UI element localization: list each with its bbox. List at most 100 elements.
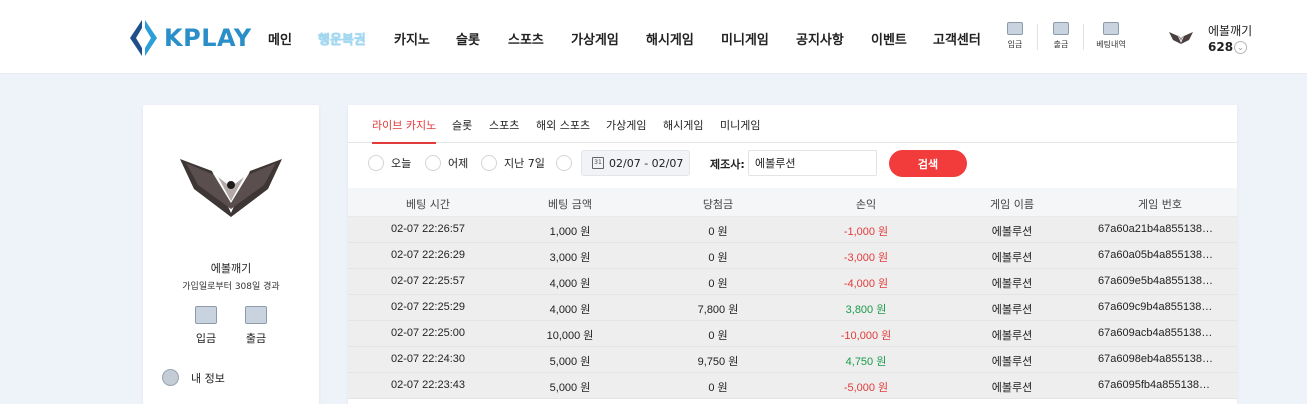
cell-winnings: 0 원 <box>708 330 728 342</box>
cell-game-id: 67a60a05b4a855138… <box>1098 249 1214 261</box>
date-range-picker[interactable]: 31 02/07 - 02/07 <box>581 150 690 176</box>
sidebar-deposit-button[interactable]: 입금 <box>186 306 226 346</box>
withdraw-icon <box>1053 22 1069 35</box>
logo-mark-icon <box>130 20 157 56</box>
cell-profit-loss: -3,000 원 <box>843 252 889 264</box>
cell-bet-amount: 3,000 원 <box>549 252 591 264</box>
table-row[interactable]: 02-07 22:23:43 5,000 원 0 원 -5,000 원 에볼루션 67a6… <box>348 373 1237 399</box>
radio-circle[interactable] <box>556 155 572 171</box>
header-withdraw-button[interactable]: 출금 <box>1041 22 1081 50</box>
tab-live-casino[interactable]: 라이브 카지노 <box>372 117 437 144</box>
cell-game-id: 67a6098eb4a855138… <box>1098 353 1214 365</box>
table-row[interactable]: 02-07 22:25:57 4,000 원 0 원 -4,000 원 에볼루션 67a6… <box>348 269 1237 295</box>
filter-last7-label: 지난 7일 <box>504 157 545 170</box>
cell-bet-time: 02-07 22:26:29 <box>390 249 465 261</box>
radio-circle[interactable] <box>425 155 441 171</box>
tab-slot[interactable]: 슬롯 <box>452 117 472 142</box>
tab-hash[interactable]: 해시게임 <box>663 117 703 142</box>
header-betting-history-label: 베팅내역 <box>1096 40 1126 49</box>
cell-bet-amount: 5,000 원 <box>549 382 591 394</box>
radio-circle[interactable] <box>368 155 384 171</box>
logo-text: KPLAY <box>164 24 252 52</box>
kplay-logo[interactable]: KPLAY <box>128 18 252 58</box>
cell-game-name: 에볼루션 <box>991 226 1033 238</box>
cell-bet-amount: 10,000 원 <box>546 330 594 342</box>
cell-bet-time: 02-07 22:25:29 <box>390 301 465 313</box>
cell-bet-amount: 4,000 원 <box>549 278 591 290</box>
cell-winnings: 0 원 <box>708 382 728 394</box>
header-deposit-button[interactable]: 입금 <box>995 22 1035 50</box>
profile-joined-days: 가입일로부터 308일 경과 <box>182 282 280 292</box>
column-header-winnings[interactable]: 당첨금 <box>668 196 768 212</box>
nav-item-mini[interactable]: 미니게임 <box>721 29 769 48</box>
header-divider <box>1037 24 1038 50</box>
cell-game-id: 67a609e5b4a855138… <box>1098 275 1214 287</box>
cell-bet-time: 02-07 22:25:57 <box>390 275 465 287</box>
category-tabs: 라이브 카지노 슬롯 스포츠 해외 스포츠 가상게임 해시게임 미니게임 <box>348 105 1237 144</box>
radio-circle[interactable] <box>481 155 497 171</box>
cell-profit-loss: -10,000 원 <box>840 330 892 342</box>
cell-game-name: 에볼루션 <box>991 304 1033 316</box>
cell-profit-loss: -4,000 원 <box>843 278 889 290</box>
table-row[interactable]: 02-07 22:25:00 10,000 원 0 원 -10,000 원 에볼루션 67… <box>348 321 1237 347</box>
cell-winnings: 0 원 <box>708 252 728 264</box>
tab-overseas-sports[interactable]: 해외 스포츠 <box>536 117 590 142</box>
rank-emblem-icon <box>180 159 282 217</box>
nav-item-notice[interactable]: 공지사항 <box>796 29 844 48</box>
betting-history-panel: 라이브 카지노 슬롯 스포츠 해외 스포츠 가상게임 해시게임 미니게임 오늘 … <box>348 105 1237 404</box>
filter-custom-radio[interactable] <box>556 155 572 171</box>
cell-bet-time: 02-07 22:24:30 <box>390 353 465 365</box>
user-rank-emblem-icon <box>1169 32 1193 44</box>
column-header-game-id[interactable]: 게임 번호 <box>1100 196 1220 212</box>
table-row[interactable]: 02-07 22:26:29 3,000 원 0 원 -3,000 원 에볼루션 67a6… <box>348 243 1237 269</box>
tab-mini[interactable]: 미니게임 <box>720 117 760 142</box>
tab-sports[interactable]: 스포츠 <box>489 117 519 142</box>
sidebar-withdraw-button[interactable]: 출금 <box>236 306 276 346</box>
deposit-icon <box>195 306 217 324</box>
cell-game-name: 에볼루션 <box>991 330 1033 342</box>
nav-item-slot[interactable]: 슬롯 <box>456 29 480 48</box>
filter-last7-radio[interactable]: 지난 7일 <box>481 155 545 171</box>
chevron-down-icon[interactable]: ⌄ <box>1234 41 1247 54</box>
header-withdraw-label: 출금 <box>1053 40 1069 49</box>
column-header-game-name[interactable]: 게임 이름 <box>962 196 1062 212</box>
profile-sidebar: 에볼깨기 가입일로부터 308일 경과 입금 출금 내 정보 <box>143 105 319 404</box>
nav-item-lottery[interactable]: 행운복권 <box>318 29 366 48</box>
header-betting-history-button[interactable]: 베팅내역 <box>1091 22 1131 50</box>
search-button[interactable]: 검색 <box>889 150 967 177</box>
column-header-profit-loss[interactable]: 손익 <box>816 196 916 212</box>
nav-item-hash[interactable]: 해시게임 <box>646 29 694 48</box>
nav-item-sports[interactable]: 스포츠 <box>508 29 544 48</box>
table-row[interactable]: 02-07 22:24:30 5,000 원 9,750 원 4,750 원 에볼루션 6… <box>348 347 1237 373</box>
column-header-bet-amount[interactable]: 베팅 금액 <box>520 196 620 212</box>
sidebar-item-my-info[interactable]: 내 정보 <box>162 369 225 386</box>
table-row[interactable]: 02-07 22:26:57 1,000 원 0 원 -1,000 원 에볼루션 67a6… <box>348 217 1237 243</box>
nav-item-casino[interactable]: 카지노 <box>394 29 430 48</box>
nav-item-virtual[interactable]: 가상게임 <box>571 29 619 48</box>
cell-game-name: 에볼루션 <box>991 278 1033 290</box>
header-user-name[interactable]: 에볼깨기 <box>1208 22 1252 39</box>
tab-virtual[interactable]: 가상게임 <box>606 117 646 142</box>
provider-input[interactable] <box>748 150 877 176</box>
provider-label: 제조사: <box>710 158 745 171</box>
cell-bet-amount: 5,000 원 <box>549 356 591 368</box>
nav-item-main[interactable]: 메인 <box>268 29 292 48</box>
sidebar-deposit-label: 입금 <box>195 332 217 345</box>
cell-profit-loss: 3,800 원 <box>845 304 887 316</box>
date-filter-bar: 오늘 어제 지난 7일 31 02/07 - 02/07 제조사: 검색 <box>348 143 1237 185</box>
profile-name: 에볼깨기 <box>210 262 252 275</box>
filter-today-radio[interactable]: 오늘 <box>368 155 411 171</box>
table-row[interactable]: 02-07 22:25:29 4,000 원 7,800 원 3,800 원 에볼루션 6… <box>348 295 1237 321</box>
sidebar-withdraw-label: 출금 <box>245 332 267 345</box>
nav-item-event[interactable]: 이벤트 <box>871 29 907 48</box>
filter-yesterday-radio[interactable]: 어제 <box>425 155 468 171</box>
cell-bet-time: 02-07 22:23:43 <box>390 379 465 391</box>
cell-profit-loss: -1,000 원 <box>843 226 889 238</box>
cell-bet-time: 02-07 22:26:57 <box>390 223 465 235</box>
nav-item-support[interactable]: 고객센터 <box>933 29 981 48</box>
cell-game-id: 67a6095fb4a855138… <box>1098 379 1210 391</box>
filter-yesterday-label: 어제 <box>448 157 469 170</box>
column-header-bet-time[interactable]: 베팅 시간 <box>378 196 478 212</box>
cell-game-name: 에볼루션 <box>991 356 1033 368</box>
top-header: KPLAY 메인 행운복권 카지노 슬롯 스포츠 가상게임 해시게임 미니게임 … <box>0 0 1307 74</box>
